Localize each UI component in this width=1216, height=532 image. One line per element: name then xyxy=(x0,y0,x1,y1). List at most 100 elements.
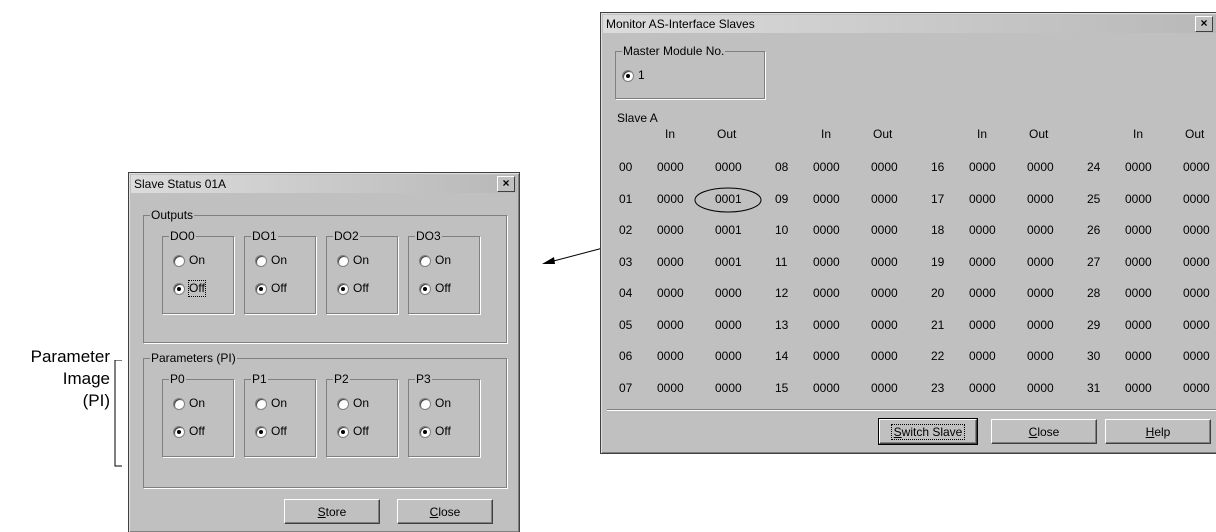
column-header-in: In xyxy=(665,127,676,141)
switch-slave-button[interactable]: Switch Slave xyxy=(878,418,978,445)
monitor-separator xyxy=(607,409,1216,411)
slave-in-value: 0000 xyxy=(969,380,996,395)
slave-in-value: 0000 xyxy=(969,191,996,206)
slave-address: 04 xyxy=(619,286,633,300)
slave-in-value: 0000 xyxy=(1125,349,1152,363)
slave-in-value: 0000 xyxy=(657,317,684,332)
slave-in-value: 0000 xyxy=(969,160,996,174)
radio-label: On xyxy=(353,253,370,267)
slave-address: 19 xyxy=(931,254,945,269)
slave-address: 27 xyxy=(1087,254,1101,269)
slave-out-value: 0001 xyxy=(715,223,742,237)
slave-address: 26 xyxy=(1087,223,1101,237)
slave-address: 11 xyxy=(775,254,788,269)
slave-out-value: 0000 xyxy=(1027,191,1054,206)
slave-in-value: 0000 xyxy=(1125,286,1152,300)
output-group-do3: DO3 On Off xyxy=(408,229,480,314)
slave-status-close-x-button[interactable]: × xyxy=(497,176,515,192)
column-header-in: In xyxy=(1133,127,1144,141)
slave-address: 22 xyxy=(931,349,945,363)
slave-in-value: 0000 xyxy=(813,254,840,269)
slave-a-label: Slave A xyxy=(617,111,658,125)
radio-selected-icon xyxy=(419,426,431,438)
param-label: P3 xyxy=(415,372,432,386)
column-header-out: Out xyxy=(873,127,893,141)
radio-selected-icon xyxy=(173,426,185,438)
slave-in-value: 0000 xyxy=(813,191,840,206)
close-button-label: lose xyxy=(438,504,461,519)
slave-address: 21 xyxy=(931,317,945,332)
radio-label: On xyxy=(435,253,452,267)
slave-address: 18 xyxy=(931,223,945,237)
slave-address: 08 xyxy=(775,160,789,174)
slave-address: 15 xyxy=(775,380,789,395)
slave-address: 12 xyxy=(775,286,789,300)
slave-address: 30 xyxy=(1087,349,1101,363)
slave-in-value: 0000 xyxy=(657,223,684,237)
radio-empty-icon xyxy=(173,255,185,267)
store-button-label: tore xyxy=(325,504,347,519)
output-group-do0: DO0 On Off xyxy=(162,229,234,314)
slave-in-value: 0000 xyxy=(657,160,684,174)
slave-address: 17 xyxy=(931,191,945,206)
output-label: DO3 xyxy=(415,229,442,243)
output-label: DO0 xyxy=(169,229,196,243)
radio-selected-icon xyxy=(419,283,431,295)
output-group-do1: DO1 On Off xyxy=(244,229,316,314)
output-label: DO2 xyxy=(333,229,360,243)
radio-empty-icon xyxy=(255,398,267,410)
slave-in-value: 0000 xyxy=(657,191,684,206)
param-group-p1: P1 On Off xyxy=(244,372,316,457)
radio-selected-icon xyxy=(255,283,267,295)
slave-in-value: 0000 xyxy=(1125,380,1152,395)
slave-status-dialog: Slave Status 01A × Outputs DO0 On Off DO1 On… xyxy=(128,172,520,532)
monitor-close-button[interactable]: Close xyxy=(991,419,1097,444)
radio-label: On xyxy=(435,396,452,410)
slave-in-value: 0000 xyxy=(1125,317,1152,332)
slave-out-value: 0000 xyxy=(871,254,898,269)
param-label: P2 xyxy=(333,372,350,386)
store-button[interactable]: Store xyxy=(284,499,380,524)
slave-in-value: 0000 xyxy=(813,223,840,237)
param-group-p2: P2 On Off xyxy=(326,372,398,457)
slave-address: 16 xyxy=(931,160,945,174)
slave-address: 02 xyxy=(619,223,633,237)
slave-address: 29 xyxy=(1087,317,1101,332)
master-module-group-label: Master Module No. xyxy=(622,44,726,58)
help-label: elp xyxy=(1154,424,1171,439)
slave-in-value: 0000 xyxy=(969,349,996,363)
slave-address: 25 xyxy=(1087,191,1101,206)
radio-label: On xyxy=(353,396,370,410)
slave-in-value: 0000 xyxy=(1125,160,1152,174)
parameters-group: Parameters (PI) P0 On Off P1 On Off P2 On Off P3 O… xyxy=(143,351,507,488)
param-label: P1 xyxy=(251,372,268,386)
slave-address: 06 xyxy=(619,349,633,363)
slave-out-value: 0000 xyxy=(871,286,898,300)
radio-empty-icon xyxy=(255,255,267,267)
slave-address: 23 xyxy=(931,380,945,395)
column-header-out: Out xyxy=(1029,127,1049,141)
close-button[interactable]: Close xyxy=(397,499,493,524)
slave-address: 10 xyxy=(775,223,789,237)
slave-out-value: 0000 xyxy=(871,349,898,363)
slave-in-value: 0000 xyxy=(813,380,840,395)
slave-address: 13 xyxy=(775,317,789,332)
slave-out-value: 0000 xyxy=(1183,286,1210,300)
slave-in-value: 0000 xyxy=(813,160,840,174)
master-module-group: Master Module No. 1 xyxy=(615,44,765,99)
monitor-close-label: lose xyxy=(1037,424,1060,439)
monitor-close-x-button[interactable]: × xyxy=(1195,16,1213,32)
slave-out-value: 0000 xyxy=(1027,317,1054,332)
slave-out-value: 0000 xyxy=(871,317,898,332)
slave-out-value: 0000 xyxy=(1027,160,1054,174)
outputs-group: Outputs DO0 On Off DO1 On Off DO2 On Off DO3 On Off xyxy=(143,208,507,343)
slave-status-title: Slave Status 01A xyxy=(134,177,227,191)
slave-in-value: 0000 xyxy=(813,317,840,332)
slave-in-value: 0000 xyxy=(969,286,996,300)
slave-address: 01 xyxy=(619,191,633,206)
output-label: DO1 xyxy=(251,229,278,243)
radio-empty-icon xyxy=(337,398,349,410)
slave-in-value: 0000 xyxy=(969,223,996,237)
radio-label: On xyxy=(189,253,206,267)
help-button[interactable]: Help xyxy=(1105,419,1211,444)
